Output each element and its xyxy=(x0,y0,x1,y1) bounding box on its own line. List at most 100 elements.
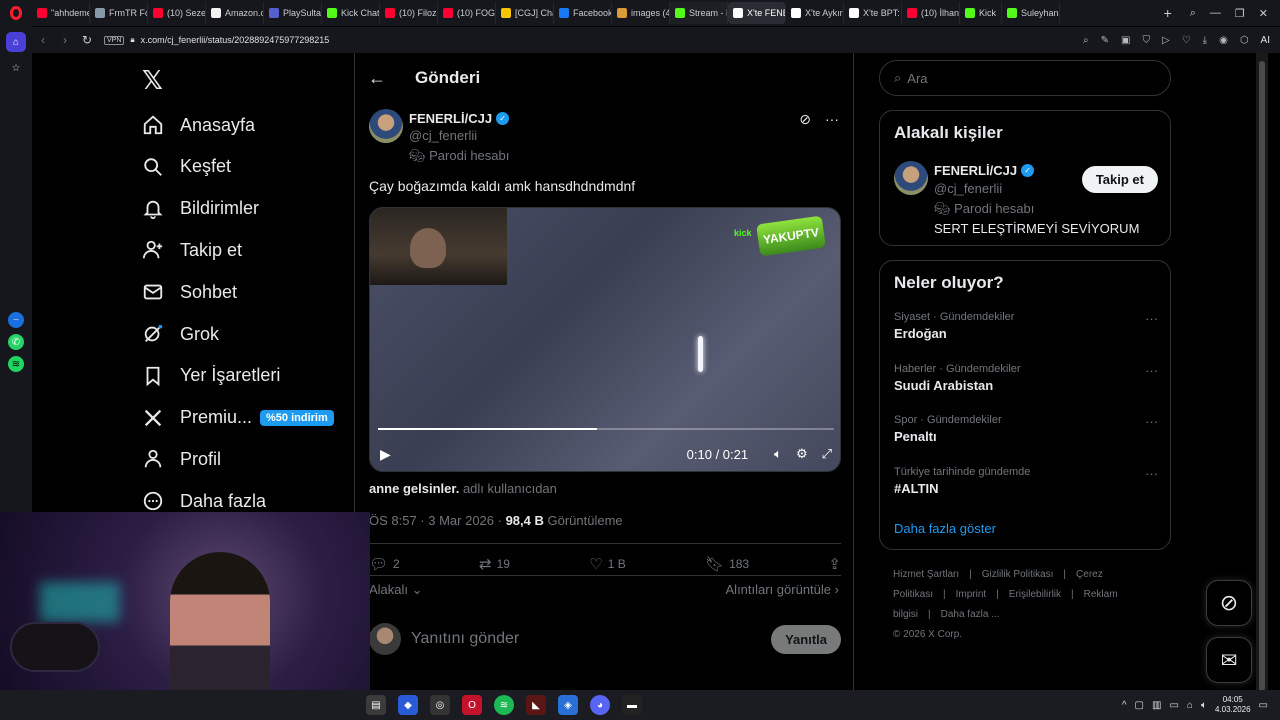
settings-gear-icon[interactable]: ⚙ xyxy=(796,446,808,462)
more-options-icon[interactable]: ··· xyxy=(1145,311,1158,326)
notification-icon[interactable]: ▭ xyxy=(1259,700,1268,711)
browser-tab[interactable]: Facebook xyxy=(554,2,612,24)
back-nav-icon[interactable]: ‹ xyxy=(32,33,54,47)
nav-item-grok[interactable]: Grok xyxy=(140,316,355,352)
browser-tab[interactable]: X'te BPT: xyxy=(844,2,902,24)
sidebar-home-icon[interactable]: ⌂ xyxy=(6,32,26,52)
share-button[interactable]: ⇪ xyxy=(828,553,841,575)
page-scrollbar[interactable] xyxy=(1256,53,1268,690)
player-icon[interactable]: ▷ xyxy=(1162,35,1170,46)
nav-item-person[interactable]: Profil xyxy=(140,441,355,477)
browser-tab[interactable]: Kick xyxy=(960,2,1003,24)
tweet-author-name[interactable]: FENERLİ/CJJ ✓ xyxy=(409,111,510,126)
forward-nav-icon[interactable]: › xyxy=(54,33,76,47)
tweet-timestamp[interactable]: ÖS 8:57 · 3 Mar 2026 · xyxy=(369,513,506,528)
footer-link[interactable]: Daha fazla ... xyxy=(941,609,1000,620)
volume-icon[interactable]: 🔈︎ xyxy=(1201,700,1207,711)
grok-icon[interactable]: ⊘ xyxy=(799,111,811,128)
browser-tab[interactable]: (10) FOG F xyxy=(438,2,496,24)
browser-tab[interactable]: Amazon.c xyxy=(206,2,264,24)
search-input[interactable]: ⌕ Ara xyxy=(879,60,1171,96)
shield-icon[interactable]: ⛉ xyxy=(1142,35,1150,46)
nav-item-mail[interactable]: Sohbet xyxy=(140,274,355,310)
related-user-handle[interactable]: @cj_fenerlii xyxy=(934,181,1002,196)
reply-button[interactable]: 💬︎ 2 xyxy=(369,553,400,575)
sort-relevance-button[interactable]: Alakalı ⌄ xyxy=(369,582,423,598)
grok-fab-button[interactable]: ⊘ xyxy=(1206,580,1252,626)
game-icon[interactable]: ◣ xyxy=(526,695,546,715)
premium-discount-badge[interactable]: %50 indirim xyxy=(260,409,334,426)
messages-fab-button[interactable]: ✉ xyxy=(1206,637,1252,683)
opera-logo-icon[interactable] xyxy=(0,0,32,26)
new-tab-button[interactable]: + xyxy=(1158,5,1178,21)
ai-button[interactable]: AI xyxy=(1261,35,1270,46)
maximize-icon[interactable]: ❐ xyxy=(1235,7,1245,20)
x-logo-icon[interactable]: 𝕏 xyxy=(142,65,163,96)
extension-icon[interactable]: ⬡ xyxy=(1240,35,1249,46)
browser-tab[interactable]: Suleyhan xyxy=(1002,2,1061,24)
zoom-icon[interactable]: ⌕ xyxy=(1083,35,1089,46)
tray-icon[interactable]: ▢ xyxy=(1135,700,1144,711)
browser-tab[interactable]: X'te Aykırı xyxy=(786,2,844,24)
nav-item-add-person[interactable]: Takip et xyxy=(140,232,355,268)
browser-tab[interactable]: "ahhdeme xyxy=(32,2,90,24)
snapshot-icon[interactable]: ▣ xyxy=(1121,35,1130,46)
footer-link[interactable]: Gizlilik Politikası xyxy=(982,569,1054,580)
whatsapp-icon[interactable]: ✆ xyxy=(8,334,24,350)
footer-link[interactable]: Erişilebilirlik xyxy=(1009,589,1061,600)
browser-tab[interactable]: images (46 xyxy=(612,2,670,24)
clock[interactable]: 04:05 4.03.2026 xyxy=(1215,695,1251,715)
video-progress-bar[interactable] xyxy=(378,428,834,430)
nav-item-home[interactable]: Anasayfa xyxy=(140,107,355,143)
avatar[interactable] xyxy=(894,161,928,195)
trend-item[interactable]: Haberler · Gündemdekiler Suudi Arabistan ·… xyxy=(894,363,1158,403)
follow-button[interactable]: Takip et xyxy=(1081,166,1158,193)
url-text[interactable]: x.com/cj_fenerlii/status/202889247597729… xyxy=(141,35,330,45)
download-icon[interactable]: ⤓ xyxy=(1203,35,1207,46)
close-icon[interactable]: ✕ xyxy=(1259,7,1268,20)
network-icon[interactable]: ⌂ xyxy=(1187,700,1193,711)
opera-gx-icon[interactable]: ◎ xyxy=(430,695,450,715)
trend-item[interactable]: Siyaset · Gündemdekiler Erdoğan ··· xyxy=(894,311,1158,351)
browser-tab[interactable]: (10) Sezen xyxy=(148,2,206,24)
url-field[interactable]: VPN 🔒︎ x.com/cj_fenerlii/status/20288924… xyxy=(98,35,1083,45)
video-player[interactable]: kick YAKUPTV ▶ 0:10 / 0:21 🔈︎ ⚙ ⤢ xyxy=(369,207,841,472)
footer-link[interactable]: Hizmet Şartları xyxy=(893,569,959,580)
attribution-user[interactable]: anne gelsinler. xyxy=(369,481,459,496)
browser-tab[interactable]: [CGJ] Chan xyxy=(496,2,554,24)
fullscreen-icon[interactable]: ⤢ xyxy=(822,446,832,462)
profile-icon[interactable]: ◉ xyxy=(1219,35,1228,46)
search-tabs-icon[interactable]: ⌕ xyxy=(1190,7,1196,20)
show-more-link[interactable]: Daha fazla göster xyxy=(894,521,996,536)
edit-icon[interactable]: ✎ xyxy=(1101,35,1109,46)
more-options-icon[interactable]: ··· xyxy=(1145,363,1158,378)
heart-icon[interactable]: ♡ xyxy=(1182,35,1191,46)
spotify-icon[interactable]: ≋ xyxy=(494,695,514,715)
my-avatar[interactable] xyxy=(369,623,401,655)
browser-tab[interactable]: Stream - K xyxy=(670,2,728,24)
nav-item-search[interactable]: Keşfet xyxy=(140,149,355,185)
terminal-icon[interactable]: ▬ xyxy=(622,695,642,715)
reply-input[interactable]: Yanıtını gönder xyxy=(411,630,519,648)
reply-submit-button[interactable]: Yanıtla xyxy=(771,624,841,654)
vpn-badge[interactable]: VPN xyxy=(104,35,125,45)
steam-icon[interactable]: ◈ xyxy=(558,695,578,715)
retweet-button[interactable]: ⇄ 19 xyxy=(479,553,510,575)
browser-tab[interactable]: (10) İlhan xyxy=(902,2,960,24)
browser-tab[interactable]: X'te FENERLİ/C xyxy=(728,2,786,24)
messenger-icon[interactable]: ~ xyxy=(8,312,24,328)
browser-tab[interactable]: (10) Filozo xyxy=(380,2,438,24)
app-icon[interactable]: ◆ xyxy=(398,695,418,715)
avatar[interactable] xyxy=(369,109,403,143)
spotify-icon[interactable]: ≋ xyxy=(8,356,24,372)
minimize-icon[interactable]: — xyxy=(1210,7,1221,20)
back-arrow-icon[interactable]: ← xyxy=(355,68,399,89)
related-name-text[interactable]: FENERLİ/CJJ xyxy=(934,163,1017,178)
discord-icon[interactable]: ◕ xyxy=(590,695,610,715)
related-user-name[interactable]: FENERLİ/CJJ ✓ xyxy=(934,163,1035,178)
battery-icon[interactable]: ▭ xyxy=(1169,700,1178,711)
footer-link[interactable]: © 2026 X Corp. xyxy=(893,629,962,640)
tray-icon[interactable]: ▥ xyxy=(1152,700,1161,711)
play-icon[interactable]: ▶ xyxy=(380,446,391,463)
more-options-icon[interactable]: ··· xyxy=(825,111,839,128)
